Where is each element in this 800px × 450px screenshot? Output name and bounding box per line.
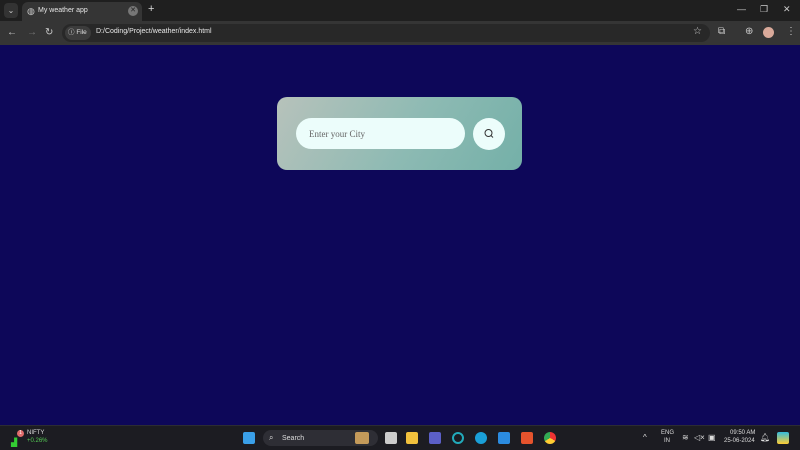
reload-button[interactable]: ↻ xyxy=(45,27,53,38)
search-button[interactable] xyxy=(473,118,505,150)
start-icon[interactable] xyxy=(243,432,255,444)
volume-icon[interactable]: ◁× xyxy=(694,433,705,442)
copilot-icon[interactable] xyxy=(777,432,789,444)
new-tab-button[interactable]: + xyxy=(148,3,154,15)
wifi-icon[interactable]: ≋ xyxy=(682,433,689,442)
chart-icon: ▟ xyxy=(11,438,18,447)
battery-icon[interactable]: ▣ xyxy=(708,433,716,442)
mail-icon[interactable] xyxy=(498,432,510,444)
search-label: Search xyxy=(282,435,305,442)
chrome-icon[interactable] xyxy=(544,432,556,444)
taskbar-search[interactable]: ⌕ Search xyxy=(263,430,378,446)
address-bar[interactable]: ⓘ File D:/Coding/Project/weather/index.h… xyxy=(62,24,710,42)
extensions-icon[interactable]: ⧉ xyxy=(718,26,725,37)
widget-name: NIFTY xyxy=(27,430,45,436)
site-info-chip[interactable]: ⓘ File xyxy=(65,26,91,40)
notification-bell-icon[interactable]: 🔔︎ xyxy=(760,433,770,442)
region[interactable]: IN xyxy=(664,438,670,444)
minimize-button[interactable]: — xyxy=(737,4,746,14)
profile-avatar[interactable] xyxy=(763,27,774,38)
city-input[interactable] xyxy=(296,118,465,149)
file-explorer-icon[interactable] xyxy=(406,432,418,444)
edge-icon[interactable] xyxy=(475,432,487,444)
tab-strip: ⌄ ◍ My weather app ✕ + — ❐ ✕ xyxy=(0,0,800,21)
restore-button[interactable]: ❐ xyxy=(760,4,768,15)
clock-date[interactable]: 25-06-2024 xyxy=(724,438,755,444)
search-highlight-icon xyxy=(355,432,369,444)
forward-button[interactable]: → xyxy=(27,27,37,38)
browser-toolbar: ← → ↻ ⓘ File D:/Coding/Project/weather/i… xyxy=(0,21,800,45)
search-card xyxy=(277,97,522,170)
language[interactable]: ENG xyxy=(661,430,674,436)
tab-search-button[interactable]: ⌄ xyxy=(4,3,18,18)
url-text[interactable]: D:/Coding/Project/weather/index.html xyxy=(96,28,212,35)
search-icon xyxy=(484,129,494,138)
task-view-icon[interactable] xyxy=(385,432,397,444)
brave-icon[interactable] xyxy=(521,432,533,444)
download-icon[interactable]: ⊕ xyxy=(745,26,753,37)
close-tab-icon[interactable]: ✕ xyxy=(128,6,138,16)
widget-value: +0.26% xyxy=(27,438,48,444)
teams-icon[interactable] xyxy=(429,432,441,444)
tab-title: My weather app xyxy=(38,7,88,14)
chevron-up-icon[interactable]: ^ xyxy=(643,433,647,442)
close-window-button[interactable]: ✕ xyxy=(783,4,791,15)
widget-badge: 1 xyxy=(17,430,24,437)
clock-time[interactable]: 09:50 AM xyxy=(730,430,755,436)
globe-icon: ◍ xyxy=(27,6,35,16)
taskbar: 1 ▟ NIFTY +0.26% ⌕ Search ^ ENG IN ≋ ◁× … xyxy=(0,425,800,450)
search-icon: ⌕ xyxy=(269,433,274,442)
tab-my-weather-app[interactable]: ◍ My weather app ✕ xyxy=(22,2,142,21)
bookmark-star-icon[interactable]: ☆ xyxy=(693,26,702,37)
site-info-label: File xyxy=(76,29,87,36)
back-button[interactable]: ← xyxy=(7,27,17,38)
menu-icon[interactable]: ⋮ xyxy=(786,26,796,37)
cortana-icon[interactable] xyxy=(452,432,464,444)
